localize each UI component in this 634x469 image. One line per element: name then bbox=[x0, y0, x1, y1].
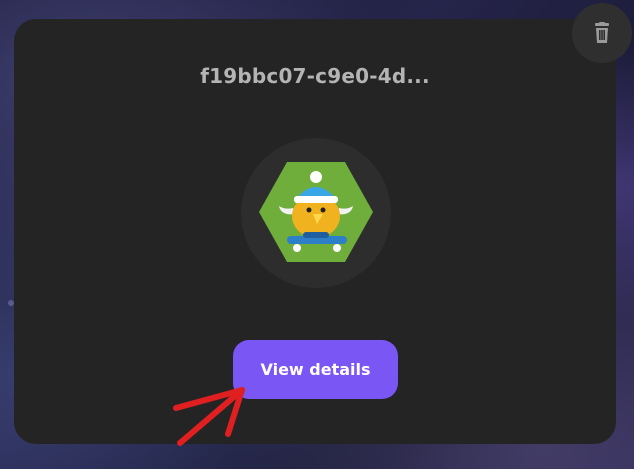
card-title: f19bbc07-c9e0-4d... bbox=[200, 64, 430, 88]
trash-icon bbox=[595, 22, 609, 43]
delete-button[interactable] bbox=[572, 3, 632, 63]
bird-skater-avatar bbox=[259, 162, 373, 262]
red-arrow-annotation bbox=[173, 387, 245, 446]
